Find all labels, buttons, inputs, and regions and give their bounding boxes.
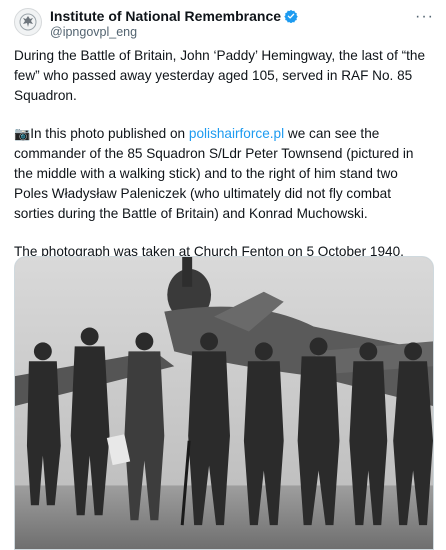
avatar[interactable] xyxy=(14,8,42,36)
verified-badge-icon xyxy=(284,9,298,23)
account-names: Institute of National Remembrance @ipngo… xyxy=(50,8,298,40)
post-photo[interactable] xyxy=(14,256,434,550)
source-link[interactable]: polishairforce.pl xyxy=(189,126,284,141)
post-paragraph-1: During the Battle of Britain, John ‘Padd… xyxy=(14,48,426,103)
post-paragraph-2: 📷In this photo published on polishairfor… xyxy=(14,124,432,224)
account-handle[interactable]: @ipngovpl_eng xyxy=(50,24,298,40)
post-text: During the Battle of Britain, John ‘Padd… xyxy=(14,46,432,280)
eagle-emblem-icon xyxy=(19,13,37,31)
display-name[interactable]: Institute of National Remembrance xyxy=(50,8,281,24)
post-card: Institute of National Remembrance @ipngo… xyxy=(0,0,446,550)
more-options-icon[interactable]: ··· xyxy=(415,8,434,26)
post-header: Institute of National Remembrance @ipngo… xyxy=(14,8,298,40)
paragraph-2-intro: In this photo published on xyxy=(30,126,189,141)
camera-icon: 📷 xyxy=(14,126,31,141)
squadron-photo-image xyxy=(15,257,433,549)
